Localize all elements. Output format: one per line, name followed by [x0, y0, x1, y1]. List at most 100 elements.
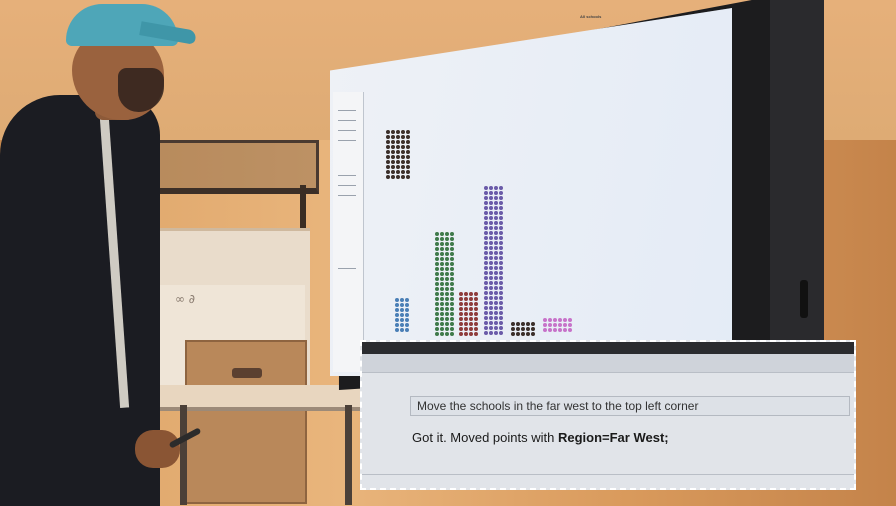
data-dot	[386, 175, 390, 179]
system-reply: Got it. Moved points with Region=Far Wes…	[412, 430, 669, 445]
data-dot	[484, 186, 488, 190]
nl-query-input[interactable]: Move the schools in the far west to the …	[410, 396, 850, 416]
data-dot	[445, 302, 449, 306]
data-dot	[489, 301, 493, 305]
data-dot	[435, 307, 439, 311]
data-dot	[484, 246, 488, 250]
data-dot	[464, 322, 468, 326]
panel-line	[338, 175, 356, 176]
data-dot	[445, 242, 449, 246]
data-dot	[395, 318, 399, 322]
data-dot	[494, 196, 498, 200]
data-dot	[391, 170, 395, 174]
data-dot	[401, 145, 405, 149]
data-dot	[499, 331, 503, 335]
data-dot	[484, 296, 488, 300]
screen-glare	[330, 8, 732, 376]
data-dot	[391, 160, 395, 164]
data-dot	[563, 318, 567, 322]
data-dot	[511, 332, 515, 336]
data-dot	[435, 262, 439, 266]
data-dot	[494, 251, 498, 255]
data-dot	[484, 276, 488, 280]
data-dot	[459, 327, 463, 331]
data-dot	[401, 140, 405, 144]
data-dot	[406, 165, 410, 169]
data-dot	[499, 236, 503, 240]
data-dot	[469, 297, 473, 301]
data-dot	[459, 312, 463, 316]
data-dot	[405, 313, 409, 317]
zoom-top-bezel	[362, 342, 854, 354]
data-dot	[396, 140, 400, 144]
data-dot	[494, 201, 498, 205]
data-dot	[440, 277, 444, 281]
data-dot	[450, 292, 454, 296]
data-dot	[440, 327, 444, 331]
data-dot	[401, 165, 405, 169]
data-dot	[391, 130, 395, 134]
data-dot	[499, 276, 503, 280]
data-dot	[499, 256, 503, 260]
data-dot	[395, 328, 399, 332]
screen-side-panel	[333, 92, 364, 372]
data-dot	[400, 308, 404, 312]
data-dot	[563, 328, 567, 332]
data-dot	[526, 332, 530, 336]
data-dot	[553, 328, 557, 332]
data-dot	[543, 323, 547, 327]
data-dot	[484, 191, 488, 195]
data-dot	[516, 322, 520, 326]
data-dot	[440, 307, 444, 311]
data-dot	[440, 297, 444, 301]
data-dot	[450, 322, 454, 326]
data-dot	[499, 226, 503, 230]
data-dot	[464, 292, 468, 296]
data-dot	[489, 186, 493, 190]
data-dot	[484, 291, 488, 295]
data-dot	[489, 221, 493, 225]
data-dot	[516, 327, 520, 331]
data-dot	[440, 302, 444, 306]
data-dot	[499, 306, 503, 310]
data-dot	[494, 206, 498, 210]
data-dot	[435, 257, 439, 261]
data-dot	[396, 150, 400, 154]
panel-line	[338, 195, 356, 196]
data-dot	[386, 145, 390, 149]
data-dot	[440, 257, 444, 261]
data-dot	[400, 323, 404, 327]
data-dot	[400, 318, 404, 322]
data-dot	[489, 236, 493, 240]
data-dot	[405, 298, 409, 302]
data-dot	[499, 191, 503, 195]
data-dot	[489, 216, 493, 220]
data-dot	[489, 276, 493, 280]
data-dot	[511, 327, 515, 331]
data-dot	[484, 286, 488, 290]
data-dot	[474, 302, 478, 306]
data-dot	[499, 271, 503, 275]
data-dot	[499, 231, 503, 235]
dot-bar-blue	[395, 298, 409, 332]
data-dot	[445, 262, 449, 266]
data-dot	[435, 267, 439, 271]
data-dot	[450, 282, 454, 286]
dot-bar-dark	[511, 322, 535, 336]
data-dot	[484, 321, 488, 325]
data-dot	[548, 323, 552, 327]
data-dot	[531, 332, 535, 336]
data-dot	[464, 312, 468, 316]
data-dot	[553, 318, 557, 322]
data-dot	[494, 291, 498, 295]
data-dot	[459, 292, 463, 296]
data-dot	[406, 155, 410, 159]
data-dot	[489, 271, 493, 275]
data-dot	[445, 292, 449, 296]
data-dot	[484, 261, 488, 265]
data-dot	[386, 155, 390, 159]
panel-line	[338, 185, 356, 186]
data-dot	[440, 272, 444, 276]
data-dot	[450, 332, 454, 336]
data-dot	[445, 277, 449, 281]
